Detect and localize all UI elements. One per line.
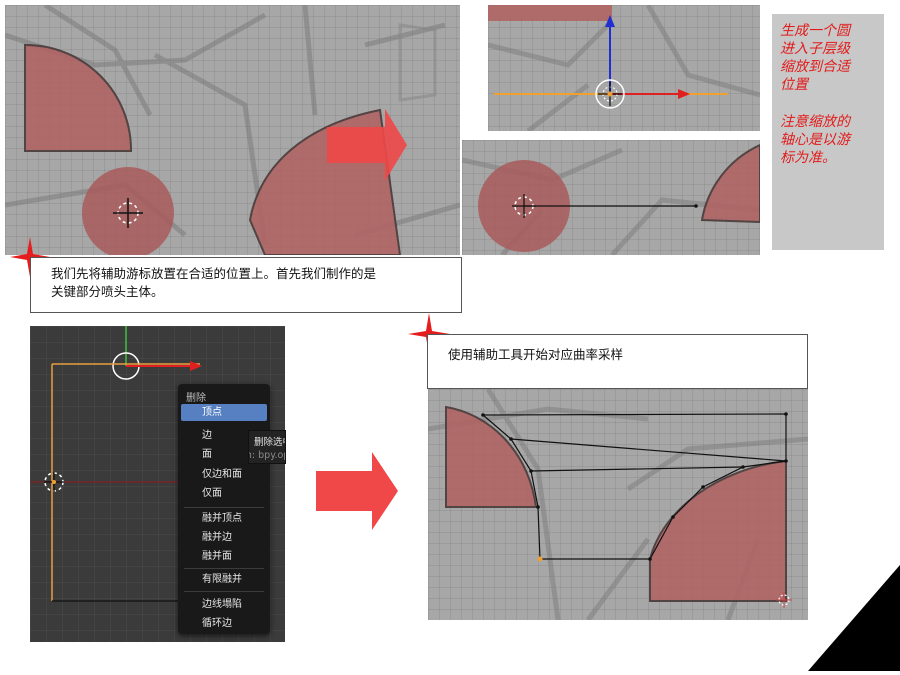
note-line: 轴心是以游 xyxy=(780,132,850,148)
note-line: 标为准。 xyxy=(780,150,836,166)
caption-top: 我们先将辅助游标放置在合适的位置上。首先我们制作的是 关键部分喷头主体。 xyxy=(30,257,462,313)
menu-item-dissolve-edges[interactable]: 融并边 xyxy=(181,529,267,546)
viewport-bottom-right-drawing xyxy=(428,389,808,620)
note-box: 生成一个圆 进入子层级 缩放到合适 位置 注意缩放的 轴心是以游 标为准。 xyxy=(772,14,884,250)
note-line: 生成一个圆 xyxy=(780,23,850,39)
menu-item-edges-faces[interactable]: 仅边和面 xyxy=(181,466,267,483)
menu-item-only-faces[interactable]: 仅面 xyxy=(181,485,267,502)
viewport-bottom-right[interactable] xyxy=(428,389,808,620)
menu-item-limited-dissolve[interactable]: 有限融并 xyxy=(181,571,267,588)
viewport-top-left[interactable] xyxy=(5,5,460,255)
tooltip: 删除选中 Python: bpy.ops.mesh.delete xyxy=(248,430,286,464)
menu-item-dissolve-vertices[interactable]: 融并顶点 xyxy=(181,510,267,527)
viewport-top-middle-drawing xyxy=(488,5,760,131)
arrow-right-icon xyxy=(316,452,398,530)
tooltip-python: Python: bpy.ops.mesh.delete xyxy=(249,450,285,461)
menu-separator xyxy=(184,568,264,569)
menu-separator xyxy=(184,591,264,592)
viewport-top-left-drawing xyxy=(5,5,460,255)
delete-menu[interactable]: 删除 顶点 边 面 仅边和面 仅面 融并顶点 融并边 融并面 有限融并 边线塌陷… xyxy=(178,384,270,634)
menu-item-edge-loops[interactable]: 循环边 xyxy=(181,615,267,632)
note-line: 进入子层级 xyxy=(780,41,850,57)
tooltip-title: 删除选中 xyxy=(254,437,285,448)
note-line: 位置 xyxy=(780,77,808,93)
caption-top-line: 我们先将辅助游标放置在合适的位置上。首先我们制作的是 xyxy=(51,266,377,281)
viewport-top-middle[interactable] xyxy=(488,5,760,131)
corner-triangle xyxy=(808,565,900,671)
caption-right-text: 使用辅助工具开始对应曲率采样 xyxy=(448,347,624,362)
note-line: 注意缩放的 xyxy=(780,114,850,130)
note-line: 缩放到合适 xyxy=(780,59,850,75)
menu-separator xyxy=(184,507,264,508)
caption-top-line: 关键部分喷头主体。 xyxy=(51,284,164,299)
viewport-top-lower[interactable] xyxy=(462,140,760,255)
x-axis-arrow-icon xyxy=(190,361,202,371)
caption-right: 使用辅助工具开始对应曲率采样 xyxy=(427,334,808,389)
menu-item-edge-collapse[interactable]: 边线塌陷 xyxy=(181,596,267,613)
viewport-top-lower-drawing xyxy=(462,143,760,255)
menu-title: 删除 xyxy=(186,393,206,404)
x-axis-arrow-icon xyxy=(678,89,690,99)
menu-item-dissolve-faces[interactable]: 融并面 xyxy=(181,548,267,565)
menu-item-vertices[interactable]: 顶点 xyxy=(181,404,267,421)
